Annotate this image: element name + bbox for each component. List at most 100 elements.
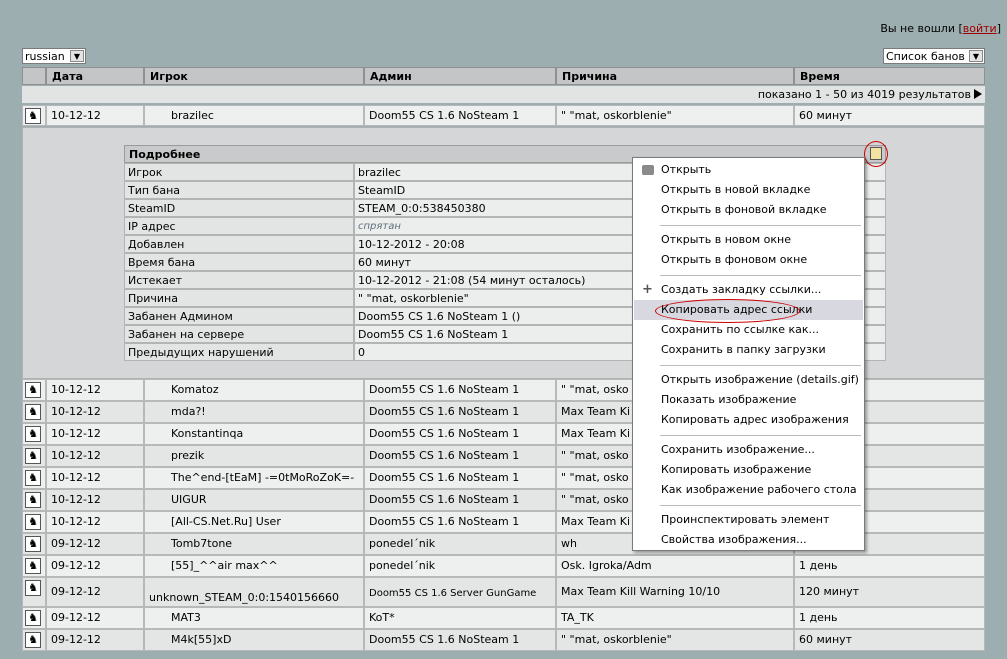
table-row[interactable]: ♞ 10-12-12 brazilec Doom55 CS 1.6 NoStea… bbox=[22, 105, 985, 126]
row-admin: Doom55 CS 1.6 NoSteam 1 bbox=[364, 445, 556, 467]
row-icon-cell: ♞ bbox=[22, 489, 46, 511]
menu-item-save-to-downloads[interactable]: Сохранить в папку загрузки bbox=[634, 340, 863, 360]
row-reason: " "mat, oskorblenie" bbox=[556, 105, 794, 126]
menu-item-label: Копировать адрес изображения bbox=[661, 413, 849, 426]
menu-item-copy-image-address[interactable]: Копировать адрес изображения bbox=[634, 410, 863, 430]
login-link[interactable]: войти bbox=[963, 22, 997, 35]
row-icon-cell: ♞ bbox=[22, 401, 46, 423]
row-player: [All-CS.Net.Ru] User bbox=[144, 511, 364, 533]
menu-item-label: Сохранить в папку загрузки bbox=[661, 343, 826, 356]
details-link-icon[interactable] bbox=[864, 141, 888, 167]
details-label: Игрок bbox=[124, 163, 354, 181]
login-status-text: Вы не вошли bbox=[880, 22, 955, 35]
menu-separator bbox=[660, 435, 861, 436]
cs-player-icon: ♞ bbox=[25, 610, 41, 626]
menu-item-open-bg-window[interactable]: Открыть в фоновом окне bbox=[634, 250, 863, 270]
details-label: Добавлен bbox=[124, 235, 354, 253]
cs-player-icon: ♞ bbox=[25, 580, 41, 596]
row-reason: Osk. Igroka/Adm bbox=[556, 555, 794, 577]
row-player: mda?! bbox=[144, 401, 364, 423]
menu-item-open-bg-tab[interactable]: Открыть в фоновой вкладке bbox=[634, 200, 863, 220]
row-reason: Max Team Kill Warning 10/10 bbox=[556, 577, 794, 607]
menu-item-label: Проинспектировать элемент bbox=[661, 513, 830, 526]
menu-item-set-desktop-bg[interactable]: Как изображение рабочего стола bbox=[634, 480, 863, 500]
row-time: 60 минут bbox=[794, 105, 985, 126]
row-admin: Doom55 CS 1.6 NoSteam 1 bbox=[364, 401, 556, 423]
row-admin: ponedel´nik bbox=[364, 533, 556, 555]
menu-item-image-properties[interactable]: Свойства изображения... bbox=[634, 530, 863, 550]
cs-player-icon: ♞ bbox=[25, 404, 41, 420]
row-date: 10-12-12 bbox=[46, 105, 144, 126]
row-admin: Doom55 CS 1.6 Server GunGame bbox=[364, 577, 556, 607]
row-icon-cell: ♞ bbox=[22, 577, 46, 607]
chevron-down-icon: ▼ bbox=[969, 50, 983, 62]
menu-item-inspect[interactable]: Проинспектировать элемент bbox=[634, 510, 863, 530]
details-label: Время бана bbox=[124, 253, 354, 271]
next-page-icon[interactable] bbox=[974, 89, 982, 99]
row-reason: TA_TK bbox=[556, 607, 794, 629]
menu-item-label: Сохранить по ссылке как... bbox=[661, 323, 820, 336]
details-label: Тип бана bbox=[124, 181, 354, 199]
menu-item-label: Открыть изображение (details.gif) bbox=[661, 373, 859, 386]
header-time[interactable]: Время bbox=[794, 67, 985, 85]
menu-item-open[interactable]: Открыть bbox=[634, 160, 863, 180]
menu-separator bbox=[660, 365, 861, 366]
chevron-down-icon: ▼ bbox=[70, 50, 84, 62]
menu-item-save-image[interactable]: Сохранить изображение... bbox=[634, 440, 863, 460]
menu-item-label: Создать закладку ссылки... bbox=[661, 283, 822, 296]
cs-player-icon: ♞ bbox=[25, 536, 41, 552]
header-icon-col bbox=[22, 67, 46, 85]
cs-player-icon: ♞ bbox=[25, 558, 41, 574]
row-player: Komatoz bbox=[144, 379, 364, 401]
menu-item-bookmark-link[interactable]: + Создать закладку ссылки... bbox=[634, 280, 863, 300]
table-row[interactable]: ♞ 09-12-12 unknown_STEAM_0:0:1540156660 Doo… bbox=[22, 577, 985, 607]
row-icon-cell: ♞ bbox=[22, 555, 46, 577]
row-admin: ponedel´nik bbox=[364, 555, 556, 577]
menu-item-open-new-tab[interactable]: Открыть в новой вкладке bbox=[634, 180, 863, 200]
header-player[interactable]: Игрок bbox=[144, 67, 364, 85]
menu-item-copy-image[interactable]: Копировать изображение bbox=[634, 460, 863, 480]
row-icon-cell: ♞ bbox=[22, 629, 46, 651]
menu-item-label: Копировать изображение bbox=[661, 463, 812, 476]
details-label: Причина bbox=[124, 289, 354, 307]
row-date: 10-12-12 bbox=[46, 467, 144, 489]
language-select[interactable]: russian ▼ bbox=[22, 48, 86, 64]
row-date: 09-12-12 bbox=[46, 607, 144, 629]
row-time: 1 день bbox=[794, 607, 985, 629]
header-admin[interactable]: Админ bbox=[364, 67, 556, 85]
menu-item-label: Открыть в новой вкладке bbox=[661, 183, 811, 196]
row-date: 09-12-12 bbox=[46, 577, 144, 607]
row-player: The^end-[tEaM] -=0tMoRoZoK=- bbox=[144, 467, 364, 489]
login-status: Вы не вошли [войти] bbox=[880, 22, 1001, 35]
row-admin: Doom55 CS 1.6 NoSteam 1 bbox=[364, 379, 556, 401]
row-date: 10-12-12 bbox=[46, 511, 144, 533]
list-select-value: Список банов bbox=[886, 50, 965, 63]
language-select-value: russian bbox=[25, 50, 65, 63]
context-menu: Открыть Открыть в новой вкладке Открыть … bbox=[632, 157, 865, 551]
row-player: Tomb7tone bbox=[144, 533, 364, 555]
list-select[interactable]: Список банов ▼ bbox=[883, 48, 985, 64]
menu-item-label: Открыть в фоновой вкладке bbox=[661, 203, 827, 216]
menu-item-label: Открыть в новом окне bbox=[661, 233, 792, 246]
cs-player-icon: ♞ bbox=[25, 426, 41, 442]
menu-item-open-new-window[interactable]: Открыть в новом окне bbox=[634, 230, 863, 250]
table-row[interactable]: ♞ 09-12-12 [55]_^^air max^^ ponedel´nik Osk.… bbox=[22, 555, 985, 577]
menu-item-label: Открыть bbox=[661, 163, 712, 176]
menu-item-show-image[interactable]: Показать изображение bbox=[634, 390, 863, 410]
details-label: IP адрес bbox=[124, 217, 354, 235]
menu-item-save-link-as[interactable]: Сохранить по ссылке как... bbox=[634, 320, 863, 340]
row-admin: KoT* bbox=[364, 607, 556, 629]
menu-item-open-image[interactable]: Открыть изображение (details.gif) bbox=[634, 370, 863, 390]
row-icon-cell: ♞ bbox=[22, 467, 46, 489]
header-reason[interactable]: Причина bbox=[556, 67, 794, 85]
cs-player-icon: ♞ bbox=[25, 448, 41, 464]
row-icon-cell: ♞ bbox=[22, 607, 46, 629]
table-row[interactable]: ♞ 09-12-12 MAT3 KoT* TA_TK 1 день bbox=[22, 607, 985, 629]
menu-item-label: Открыть в фоновом окне bbox=[661, 253, 808, 266]
header-date[interactable]: Дата bbox=[46, 67, 144, 85]
table-row[interactable]: ♞ 09-12-12 M4k[55]xD Doom55 CS 1.6 NoSteam … bbox=[22, 629, 985, 651]
row-date: 10-12-12 bbox=[46, 401, 144, 423]
row-icon-cell: ♞ bbox=[22, 511, 46, 533]
row-admin: Doom55 CS 1.6 NoSteam 1 bbox=[364, 629, 556, 651]
row-date: 10-12-12 bbox=[46, 489, 144, 511]
